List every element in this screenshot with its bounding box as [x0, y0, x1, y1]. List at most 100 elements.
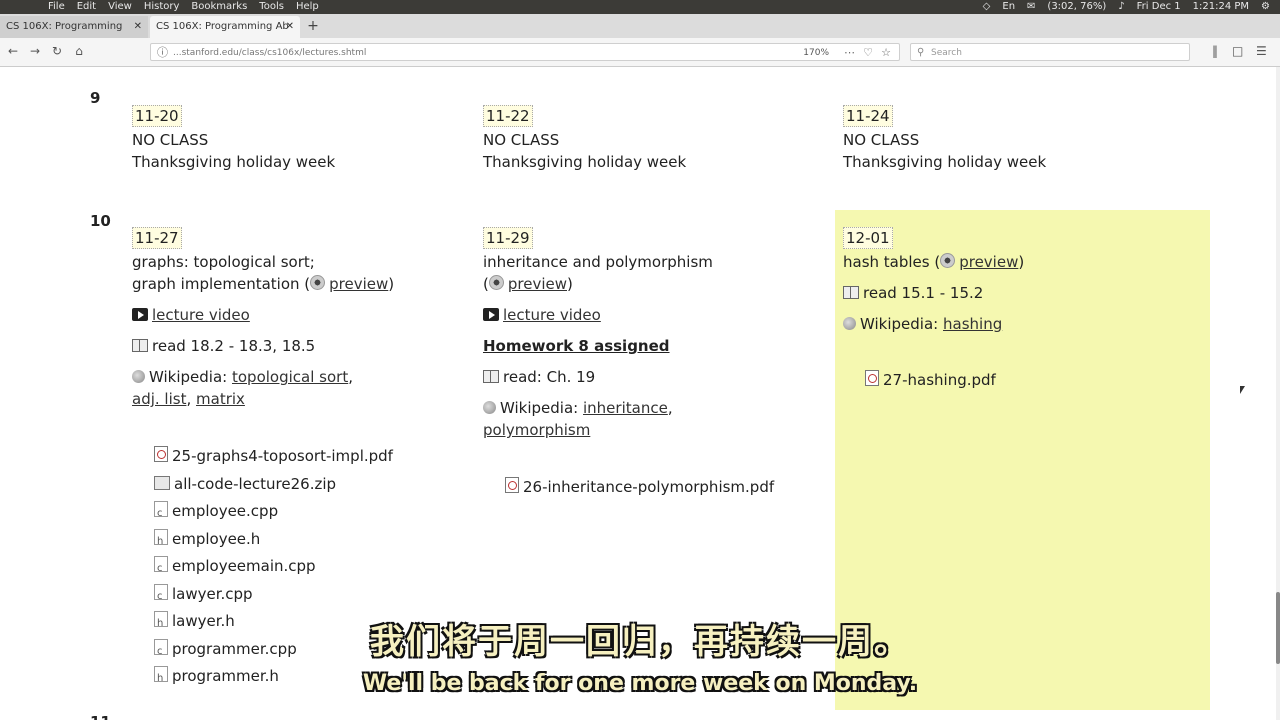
keyboard-layout[interactable]: En [1002, 0, 1015, 14]
preview-link[interactable]: preview [959, 253, 1018, 271]
wikipedia-row-2: adj. list, matrix [132, 388, 394, 410]
page-content: 9 10 11 11-20 NO CLASS Thanksgiving holi… [0, 67, 1280, 720]
wiki-polymorphism-link[interactable]: polymorphism [483, 421, 590, 439]
lecture-video-link[interactable]: lecture video [152, 306, 250, 324]
reload-icon[interactable]: ↻ [50, 44, 64, 58]
file-name: all-code-lecture26.zip [174, 474, 337, 493]
wikipedia-icon [132, 370, 145, 383]
system-date[interactable]: Fri Dec 1 [1137, 0, 1181, 14]
preview-link[interactable]: preview [329, 275, 388, 293]
close-icon[interactable]: ✕ [134, 16, 142, 38]
system-time[interactable]: 1:21:24 PM [1193, 0, 1249, 14]
volume-icon[interactable]: ♪ [1118, 0, 1124, 14]
file-item[interactable]: 25-graphs4-toposort-impl.pdf [154, 443, 393, 471]
date-label: 11-27 [132, 227, 182, 249]
wikipedia-row: Wikipedia: inheritance, [483, 397, 713, 419]
scrollbar-thumb[interactable] [1276, 592, 1280, 664]
gear-icon[interactable]: ⚙ [1261, 0, 1270, 14]
menu-edit[interactable]: Edit [77, 0, 96, 14]
cpp-file-icon [154, 555, 168, 583]
url-text: ...stanford.edu/class/cs106x/lectures.sh… [173, 48, 367, 58]
wikipedia-label: Wikipedia: [149, 368, 228, 386]
zoom-level[interactable]: 170% [803, 44, 829, 62]
lecture-title: hash tables (preview) [843, 251, 1024, 273]
new-tab-button[interactable]: + [304, 14, 322, 38]
file-name: employee.cpp [172, 502, 279, 520]
homework-row: Homework 8 assigned [483, 335, 713, 357]
back-arrow-icon[interactable]: ← [6, 44, 20, 58]
forward-arrow-icon[interactable]: → [28, 44, 42, 58]
reading-row: read: Ch. 19 [483, 366, 713, 388]
menu-icon[interactable]: ☰ [1256, 44, 1267, 58]
library-icon[interactable]: ‖ [1212, 44, 1218, 58]
file-item[interactable]: employeemain.cpp [154, 553, 393, 583]
cpp-file-icon [154, 583, 168, 610]
tab-cs106x-2[interactable]: CS 106X: Programming Ab ✕ [150, 16, 300, 38]
wiki-inheritance-link[interactable]: inheritance [583, 399, 668, 417]
battery-status[interactable]: (3:02, 76%) [1047, 0, 1106, 14]
file-name: 27-hashing.pdf [883, 371, 996, 389]
video-icon [483, 308, 499, 321]
preview-icon [940, 253, 956, 268]
file-item[interactable]: 26-inheritance-polymorphism.pdf [505, 474, 774, 502]
pocket-icon[interactable]: ♡ [863, 44, 873, 62]
day-cell-11-24: 11-24 NO CLASS Thanksgiving holiday week [843, 105, 1046, 173]
sidebar-icon[interactable]: □ [1232, 44, 1243, 58]
file-name: employeemain.cpp [172, 557, 316, 575]
search-icon: ⚲ [917, 47, 925, 58]
system-top-bar: File Edit View History Bookmarks Tools H… [0, 0, 1280, 14]
app-menu: File Edit View History Bookmarks Tools H… [48, 0, 319, 14]
menu-tools[interactable]: Tools [259, 0, 284, 14]
wiki-topological-sort-link[interactable]: topological sort [232, 368, 348, 386]
bookmark-star-icon[interactable]: ☆ [881, 44, 891, 62]
mail-icon[interactable]: ✉ [1027, 0, 1035, 14]
file-item[interactable]: all-code-lecture26.zip [154, 471, 393, 499]
menu-file[interactable]: File [48, 0, 65, 14]
file-item[interactable]: employee.cpp [154, 498, 393, 528]
menu-help[interactable]: Help [296, 0, 319, 14]
preview-link[interactable]: preview [508, 275, 567, 293]
wifi-icon[interactable]: ◇ [983, 0, 991, 14]
holiday-label: Thanksgiving holiday week [132, 153, 336, 171]
subtitle-chinese: 我们将于周一回归，再持续一周。 [370, 622, 910, 662]
ellipsis-icon[interactable]: ⋯ [844, 44, 855, 62]
file-item[interactable]: employee.h [154, 526, 393, 555]
search-input[interactable]: ⚲ Search [910, 43, 1190, 61]
pdf-icon [865, 370, 879, 386]
home-icon[interactable]: ⌂ [72, 44, 86, 58]
wikipedia-label: Wikipedia: [860, 315, 939, 333]
video-icon [132, 308, 148, 321]
file-item[interactable]: lawyer.cpp [154, 581, 393, 610]
day-cell-12-01: 12-01 hash tables (preview) read 15.1 - … [843, 227, 1024, 335]
zip-icon [154, 475, 170, 490]
wiki-adj-list-link[interactable]: adj. list [132, 390, 186, 408]
reading-row: read 18.2 - 18.3, 18.5 [132, 335, 394, 357]
file-item[interactable]: 27-hashing.pdf [865, 367, 996, 395]
url-bar[interactable]: ⓘ ...stanford.edu/class/cs106x/lectures.… [150, 43, 900, 61]
menu-history[interactable]: History [144, 0, 180, 14]
week-number-10: 10 [90, 212, 111, 230]
holiday-label: Thanksgiving holiday week [843, 153, 1047, 171]
menu-view[interactable]: View [108, 0, 132, 14]
wiki-matrix-link[interactable]: matrix [196, 390, 245, 408]
menu-bookmarks[interactable]: Bookmarks [191, 0, 247, 14]
lecture-title: graphs: topological sort; [132, 253, 315, 271]
no-class-label: NO CLASS [132, 131, 209, 149]
wiki-hashing-link[interactable]: hashing [943, 315, 1002, 333]
comma: , [348, 368, 353, 386]
wikipedia-icon [483, 401, 496, 414]
info-icon[interactable]: ⓘ [157, 44, 168, 62]
homework-link[interactable]: Homework 8 assigned [483, 337, 670, 355]
lecture-video-row: lecture video [132, 304, 394, 326]
paren: ( [483, 275, 489, 293]
day-cell-11-29: 11-29 inheritance and polymorphism (prev… [483, 227, 713, 441]
tab-cs106x-1[interactable]: CS 106X: Programming ✕ [0, 16, 148, 38]
title-text: graph implementation ( [132, 275, 311, 293]
system-indicators: ◇ En ✉ (3:02, 76%) ♪ Fri Dec 1 1:21:24 P… [983, 0, 1270, 14]
tab-title: CS 106X: Programming Ab [156, 21, 289, 32]
file-name: lawyer.cpp [172, 584, 253, 603]
close-icon[interactable]: ✕ [286, 16, 294, 38]
reading-text: read: Ch. 19 [503, 368, 596, 386]
lecture-video-link[interactable]: lecture video [503, 306, 601, 324]
comma: , [667, 399, 673, 417]
